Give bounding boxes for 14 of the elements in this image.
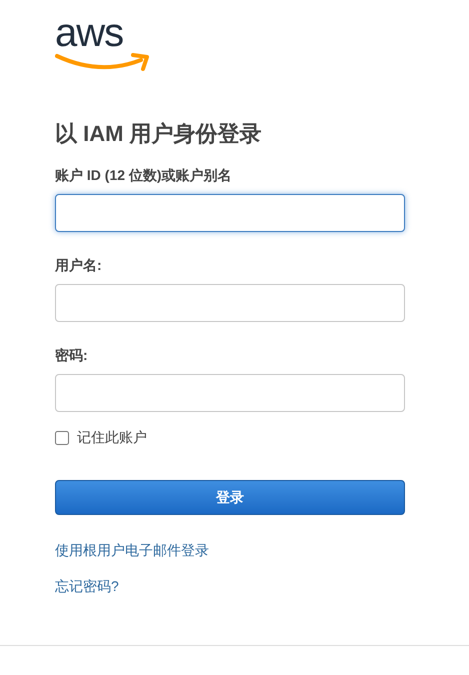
input-field[interactable] [55, 284, 405, 322]
field-label: 用户名: [55, 256, 103, 274]
field-label: 密码: [55, 346, 89, 364]
input-field[interactable] [55, 374, 405, 412]
page-title: 以 IAM 用户身份登录 [55, 120, 263, 148]
text-link[interactable]: 使用根用户电子邮件登录 [55, 540, 209, 561]
remember-checkbox[interactable] [55, 430, 69, 444]
sign-in-button[interactable]: 登录 [55, 480, 405, 515]
checkbox-label: 记住此账户 [77, 428, 147, 447]
logo-text: aws [55, 14, 124, 52]
field-label: 账户 ID (12 位数)或账户别名 [55, 166, 233, 184]
text-link[interactable]: 忘记密码? [55, 576, 119, 597]
input-field[interactable] [55, 194, 405, 232]
smile-arrow-icon [55, 52, 151, 74]
